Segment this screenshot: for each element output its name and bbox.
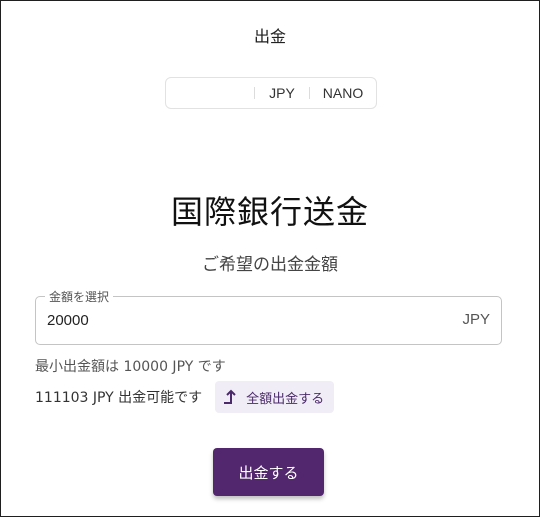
- withdraw-all-button[interactable]: 全額出金する: [215, 381, 335, 413]
- transfer-heading: 国際銀行送金: [170, 193, 369, 231]
- page-title: 出金: [253, 27, 286, 46]
- currency-option-blank[interactable]: [166, 78, 254, 108]
- available-balance: 111103 JPY 出金可能です: [35, 390, 203, 406]
- amount-input-value[interactable]: 20000: [47, 312, 89, 329]
- amount-unit: JPY: [462, 311, 490, 328]
- withdraw-panel: 出金 JPY NANO 国際銀行送金 ご希望の出金金額 金額を選択 20000 …: [0, 0, 540, 517]
- minimum-amount-note: 最小出金額は 10000 JPY です: [35, 359, 226, 375]
- amount-subheading: ご希望の出金金額: [202, 255, 338, 275]
- available-row: 111103 JPY 出金可能です 全額出金する: [35, 381, 335, 413]
- currency-toggle: JPY NANO: [165, 77, 377, 109]
- currency-option-nano[interactable]: NANO: [310, 78, 376, 108]
- submit-withdraw-button[interactable]: 出金する: [213, 448, 324, 496]
- arrow-up-corner-icon: [224, 389, 236, 404]
- withdraw-all-label: 全額出金する: [246, 391, 325, 407]
- amount-input[interactable]: 金額を選択 20000 JPY: [35, 288, 502, 345]
- currency-option-jpy[interactable]: JPY: [255, 78, 309, 108]
- amount-input-label: 金額を選択: [45, 288, 114, 305]
